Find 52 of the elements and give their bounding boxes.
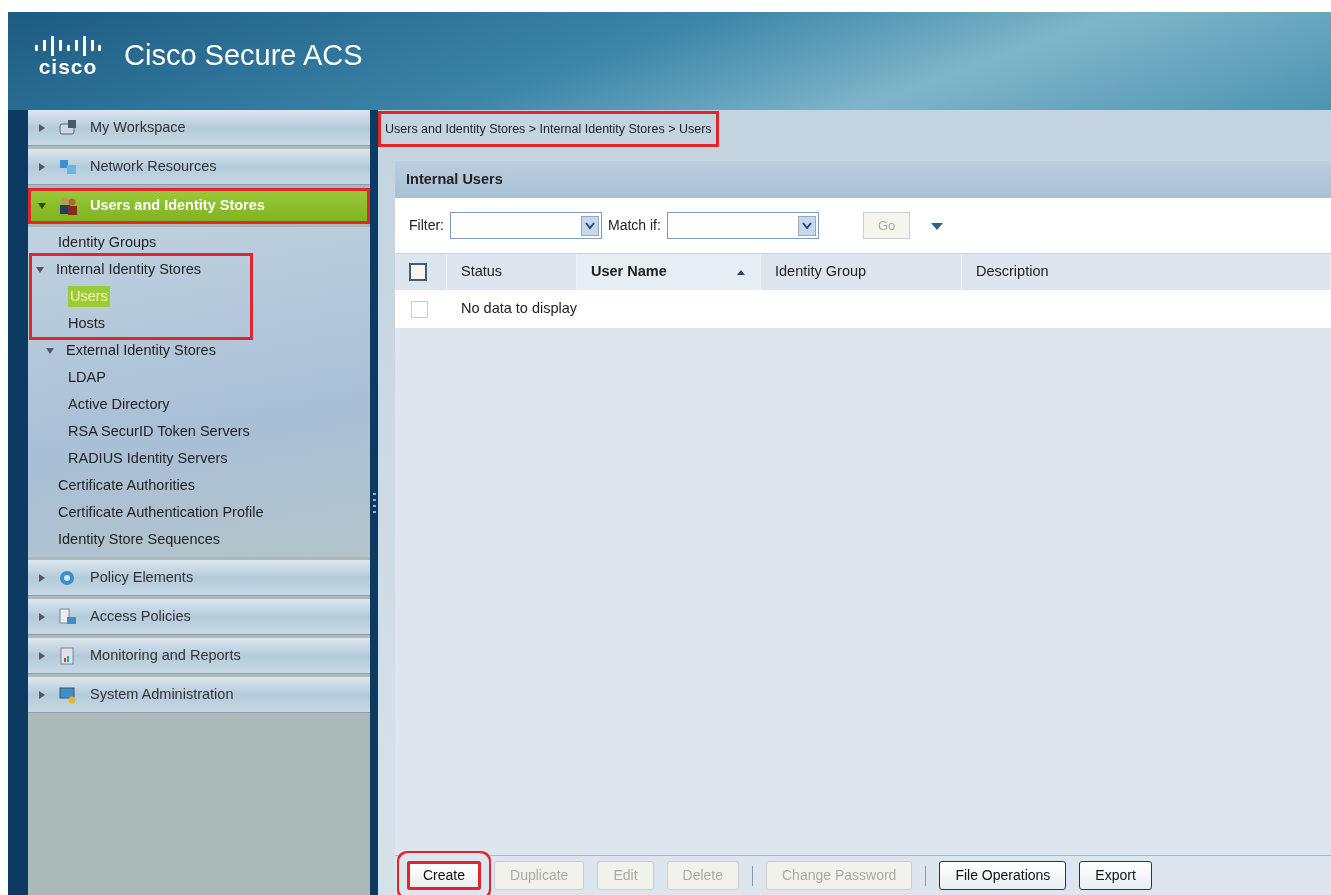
expand-icon[interactable]: [38, 123, 46, 132]
nav-section[interactable]: Access Policies: [28, 599, 370, 635]
chevron-down-icon: [585, 221, 595, 230]
policy-icon: [58, 606, 78, 627]
logo-bars-icon: [34, 35, 102, 56]
select-all-checkbox[interactable]: [409, 263, 427, 281]
dropdown-icon[interactable]: [930, 220, 945, 231]
nav-item[interactable]: External Identity Stores: [66, 339, 216, 362]
nav-item[interactable]: RSA SecurID Token Servers: [68, 420, 250, 443]
logo-wordmark: cisco: [38, 55, 98, 77]
nav-item[interactable]: Active Directory: [68, 393, 170, 416]
expand-icon[interactable]: [38, 690, 46, 699]
workspace-icon: [58, 117, 78, 138]
nav-item[interactable]: Identity Store Sequences: [58, 528, 221, 551]
app-title: Cisco Secure ACS: [124, 38, 363, 74]
expand-icon[interactable]: [38, 573, 46, 582]
nav-section[interactable]: System Administration: [28, 677, 370, 713]
nav-item[interactable]: Certificate Authorities: [58, 474, 195, 497]
monitor-icon: [58, 684, 78, 705]
expand-icon[interactable]: [38, 651, 46, 660]
splitter-grip-icon[interactable]: [372, 492, 376, 513]
nav-section[interactable]: My Workspace: [28, 110, 370, 146]
collapse-icon[interactable]: [46, 346, 54, 355]
row-checkbox[interactable]: [411, 300, 428, 318]
collapse-icon[interactable]: [36, 265, 44, 274]
nav-item[interactable]: Identity Groups: [58, 231, 157, 254]
panel-title: Internal Users: [406, 169, 503, 189]
nav-item[interactable]: Internal Identity Stores: [56, 258, 202, 281]
filter-label: Filter:: [409, 216, 444, 235]
nav-item[interactable]: Certificate Authentication Profile: [58, 501, 264, 524]
users-icon: [58, 195, 78, 216]
expand-icon[interactable]: [38, 162, 46, 171]
breadcrumb: Users and Identity Stores > Internal Identity Stores > Users: [381, 113, 716, 145]
column-header[interactable]: Description: [976, 261, 1049, 283]
empty-message: No data to display: [460, 299, 578, 319]
nav-section[interactable]: Monitoring and Reports: [28, 638, 370, 674]
sort-ascending-icon: [736, 268, 746, 276]
dropdown-field[interactable]: [666, 212, 819, 239]
nav-item[interactable]: LDAP: [68, 366, 106, 389]
chevron-down-icon: [801, 221, 812, 230]
nav-item[interactable]: Hosts: [68, 312, 106, 335]
column-header[interactable]: Status: [461, 261, 503, 283]
expand-icon[interactable]: [38, 612, 46, 621]
nav-section[interactable]: Policy Elements: [28, 560, 370, 596]
toolbar-button[interactable]: Export: [1079, 861, 1152, 890]
filter-label: Match if:: [608, 216, 661, 235]
nav-item[interactable]: RADIUS Identity Servers: [68, 447, 228, 470]
toolbar-button[interactable]: File Operations: [939, 861, 1067, 890]
column-header[interactable]: Identity Group: [775, 261, 867, 283]
dropdown-field[interactable]: [450, 212, 602, 239]
nav-section[interactable]: Network Resources: [28, 149, 370, 185]
collapse-icon[interactable]: [38, 201, 46, 210]
